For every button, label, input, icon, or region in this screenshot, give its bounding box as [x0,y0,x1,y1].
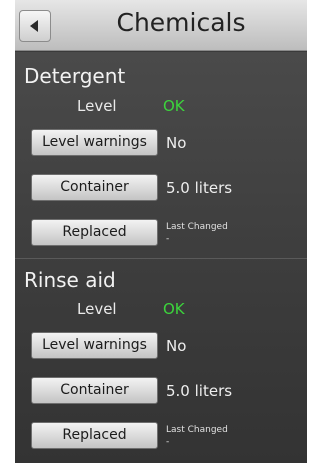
title-bar: Chemicals [15,0,307,51]
detergent-section-title: Detergent [24,64,126,88]
rinse-aid-section-title: Rinse aid [24,268,116,292]
rinse-aid-last-changed-value: - [166,437,170,447]
rinse-aid-last-changed-label: Last Changed [166,425,228,435]
rinse-aid-container-value: 5.0 liters [166,382,233,400]
page-title: Chemicals [116,8,246,37]
back-button[interactable] [19,10,51,42]
rinse-aid-level-label: Level [77,300,117,318]
rinse-aid-level-warnings-value: No [166,337,187,355]
rinse-aid-container-button[interactable]: Container [31,377,158,404]
rinse-aid-replaced-button[interactable]: Replaced [31,422,158,449]
app-window: Chemicals Detergent Level OK Level warni… [15,0,307,463]
detergent-last-changed-label: Last Changed [166,222,228,232]
detergent-container-button[interactable]: Container [31,174,158,201]
chemicals-panel: Detergent Level OK Level warnings No Con… [15,52,307,463]
detergent-container-value: 5.0 liters [166,179,233,197]
detergent-level-status: OK [163,97,185,115]
section-divider [15,258,307,259]
rinse-aid-level-warnings-button[interactable]: Level warnings [31,332,158,359]
detergent-replaced-button[interactable]: Replaced [31,219,158,246]
detergent-level-label: Level [77,97,117,115]
rinse-aid-level-status: OK [163,300,185,318]
detergent-level-warnings-button[interactable]: Level warnings [31,129,158,156]
back-arrow-icon [30,20,38,32]
detergent-level-warnings-value: No [166,134,187,152]
detergent-last-changed-value: - [166,234,170,244]
